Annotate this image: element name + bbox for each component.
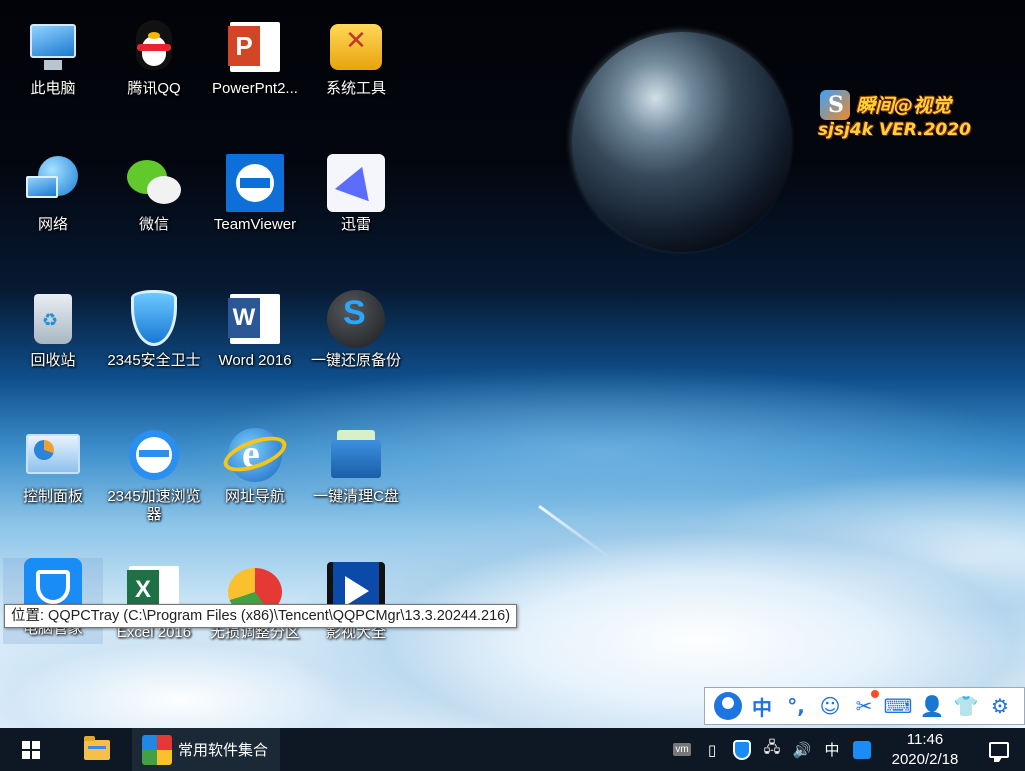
computer-icon bbox=[24, 18, 82, 76]
notification-icon bbox=[989, 741, 1009, 762]
desktop-icon-powerpoint[interactable]: P PowerPnt2... bbox=[205, 18, 305, 98]
desktop-icon-system-tools[interactable]: ✕ 系统工具 bbox=[306, 18, 406, 98]
desktop-icon-qq[interactable]: 腾讯QQ bbox=[104, 18, 204, 98]
desktop-icon-partition-tool[interactable]: 无损调整分区 bbox=[205, 562, 305, 642]
desktop-icon-label: 2345安全卫士 bbox=[107, 352, 201, 369]
settings-gear-icon[interactable]: ⚙ bbox=[983, 690, 1017, 722]
desktop-icon-label: Word 2016 bbox=[218, 352, 292, 369]
wallpaper-rocket-trail bbox=[538, 505, 613, 561]
desktop-icon-pc-manager[interactable]: 电脑管家 bbox=[3, 558, 103, 644]
desktop-icon-label: 系统工具 bbox=[325, 80, 386, 97]
windows-logo-icon bbox=[22, 740, 40, 759]
wechat-icon bbox=[125, 154, 183, 212]
powerpoint-icon: P bbox=[226, 18, 284, 76]
ime-toolbar[interactable]: 中 °, ☺ ✂ ⌨ 👤 👕 ⚙ bbox=[704, 687, 1025, 725]
internet-explorer-icon: e bbox=[219, 426, 291, 484]
desktop-icon-excel[interactable]: X Excel 2016 bbox=[104, 562, 204, 642]
desktop-icon-word[interactable]: W Word 2016 bbox=[205, 290, 305, 370]
desktop-icon-control-panel[interactable]: 控制面板 bbox=[3, 426, 103, 506]
wallpaper-planet bbox=[572, 32, 792, 252]
action-center-button[interactable] bbox=[973, 728, 1025, 771]
app-collection-icon bbox=[142, 734, 172, 765]
desktop-icon-label: 回收站 bbox=[30, 352, 76, 369]
clock-date: 2020/2/18 bbox=[891, 750, 959, 768]
system-tray: vm ▯ 🖧 🔊 中 11:46 2020/2/18 bbox=[667, 728, 1025, 771]
ime-logo-button[interactable] bbox=[711, 690, 745, 722]
qq-tray-icon[interactable] bbox=[847, 728, 877, 771]
recycle-bin-icon: ♻ bbox=[24, 290, 82, 348]
folder-icon bbox=[84, 735, 110, 760]
icon-location-tooltip: 位置: QQPCTray (C:\Program Files (x86)\Ten… bbox=[4, 604, 518, 628]
browser-e-icon bbox=[125, 426, 183, 484]
desktop-icon-label: TeamViewer bbox=[213, 216, 297, 233]
desktop-icon-recycle-bin[interactable]: ♻ 回收站 bbox=[3, 290, 103, 370]
desktop-icon-label: 一键还原备份 bbox=[310, 352, 401, 369]
control-panel-icon bbox=[24, 426, 82, 484]
desktop-icon-label: 一键清理C盘 bbox=[313, 488, 399, 505]
ime-chinese-mode-button[interactable]: 中 bbox=[745, 690, 779, 722]
desktop[interactable]: 瞬间@视觉 sjsj4k VER.2020 此电脑 腾讯QQ P PowerPn… bbox=[0, 0, 1025, 728]
watermark-logo: 瞬间@视觉 sjsj4k VER.2020 bbox=[818, 88, 971, 148]
desktop-icon-label: 腾讯QQ bbox=[127, 80, 181, 97]
qq-penguin-icon bbox=[125, 18, 183, 76]
word-icon: W bbox=[226, 290, 284, 348]
vmware-tray-icon[interactable]: vm bbox=[667, 728, 697, 771]
usb-device-icon[interactable]: ▯ bbox=[697, 728, 727, 771]
skin-shirt-icon[interactable]: 👕 bbox=[949, 690, 983, 722]
desktop-icon-label: 微信 bbox=[138, 216, 169, 233]
desktop-icon-clean-c-drive[interactable]: 一键清理C盘 bbox=[306, 426, 406, 506]
punctuation-icon[interactable]: °, bbox=[779, 690, 813, 722]
desktop-icon-web-nav[interactable]: e 网址导航 bbox=[205, 426, 305, 506]
taskbar-app-common-software[interactable]: 常用软件集合 bbox=[132, 728, 281, 771]
desktop-icon-one-key-restore[interactable]: S 一键还原备份 bbox=[306, 290, 406, 370]
watermark-line2: sjsj4k VER.2020 bbox=[818, 120, 971, 140]
network-globe-icon bbox=[24, 154, 82, 212]
desktop-icon-2345-browser[interactable]: 2345加速浏览器 bbox=[104, 426, 204, 524]
desktop-icon-label: 迅雷 bbox=[340, 216, 371, 233]
desktop-icon-label: 网络 bbox=[37, 216, 68, 233]
desktop-icon-teamviewer[interactable]: TeamViewer bbox=[205, 154, 305, 234]
keyboard-icon[interactable]: ⌨ bbox=[881, 690, 915, 722]
scissors-icon[interactable]: ✂ bbox=[847, 690, 881, 722]
desktop-icon-network[interactable]: 网络 bbox=[3, 154, 103, 234]
desktop-icon-thunder[interactable]: 迅雷 bbox=[306, 154, 406, 234]
start-button[interactable] bbox=[0, 728, 62, 771]
desktop-icon-label: 网址导航 bbox=[224, 488, 285, 505]
thunder-bird-icon bbox=[327, 154, 385, 212]
desktop-icon-this-pc[interactable]: 此电脑 bbox=[3, 18, 103, 98]
desktop-icon-label: 2345加速浏览器 bbox=[107, 488, 201, 523]
watermark-s-icon bbox=[820, 90, 850, 120]
clock-time: 11:46 bbox=[906, 730, 944, 748]
emoji-icon[interactable]: ☺ bbox=[813, 690, 847, 722]
network-status-icon[interactable]: 🖧 bbox=[757, 728, 787, 771]
file-explorer-button[interactable] bbox=[62, 728, 132, 771]
clock[interactable]: 11:46 2020/2/18 bbox=[877, 730, 973, 770]
volume-icon[interactable]: 🔊 bbox=[787, 728, 817, 771]
desktop-icon-wechat[interactable]: 微信 bbox=[104, 154, 204, 234]
shield-icon bbox=[125, 290, 183, 348]
desktop-icon-2345-security[interactable]: 2345安全卫士 bbox=[104, 290, 204, 370]
clean-box-icon bbox=[327, 426, 385, 484]
ime-tray-mode[interactable]: 中 bbox=[817, 728, 847, 771]
pc-manager-tray-icon[interactable] bbox=[727, 728, 757, 771]
taskbar-app-label: 常用软件集合 bbox=[178, 742, 269, 759]
sogou-logo-icon bbox=[714, 692, 742, 720]
toolbox-icon: ✕ bbox=[327, 18, 385, 76]
taskbar: 常用软件集合 vm ▯ 🖧 🔊 中 11:46 2020/2/18 bbox=[0, 728, 1025, 771]
notification-dot bbox=[871, 690, 879, 698]
desktop-icon-label: 此电脑 bbox=[30, 80, 76, 97]
user-icon[interactable]: 👤 bbox=[915, 690, 949, 722]
desktop-icon-video[interactable]: 影视大全 bbox=[306, 562, 406, 642]
desktop-icon-label: PowerPnt2... bbox=[212, 80, 298, 97]
watermark-line1: 瞬间@视觉 bbox=[856, 95, 952, 117]
restore-s-icon: S bbox=[327, 290, 385, 348]
desktop-icon-label: 控制面板 bbox=[22, 488, 83, 505]
teamviewer-icon bbox=[226, 154, 284, 212]
